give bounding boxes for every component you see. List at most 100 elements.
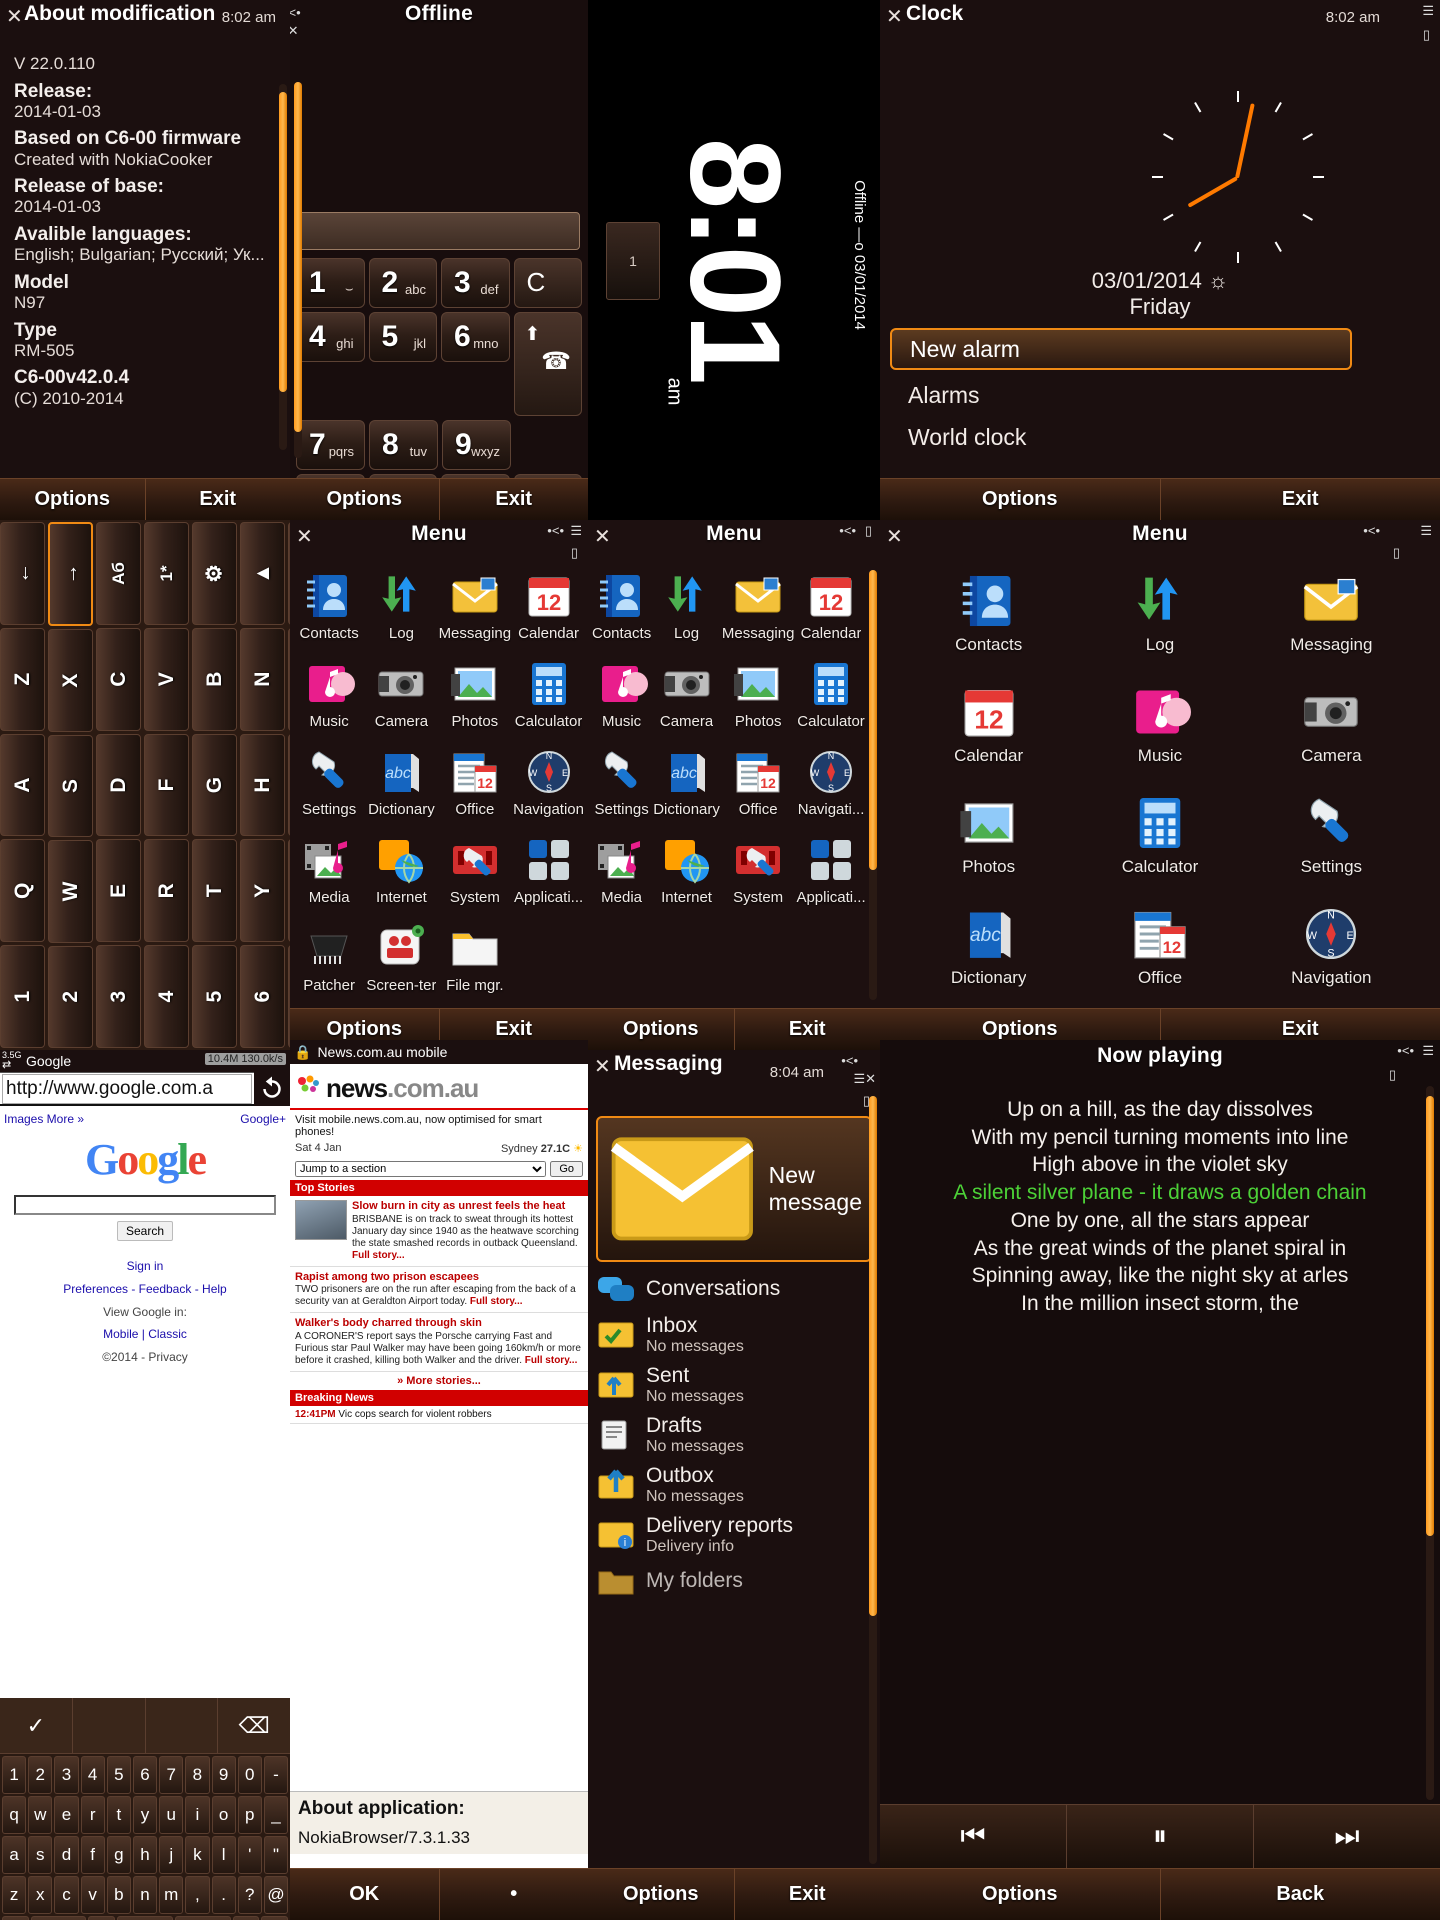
vkey-g[interactable]: g xyxy=(106,1836,131,1874)
vkey-6[interactable]: 6 xyxy=(132,1756,158,1794)
google-plus-link[interactable]: Google+ xyxy=(240,1112,286,1126)
dial-key-9[interactable]: 9 wxyz xyxy=(442,420,511,470)
messaging-item-sent[interactable]: Sent No messages xyxy=(588,1360,880,1410)
options-button[interactable]: Options xyxy=(880,479,1160,520)
dial-key-1[interactable]: 1 ⌣ xyxy=(296,258,365,308)
exit-button[interactable]: Exit xyxy=(144,479,291,520)
menu-item-log[interactable]: Log xyxy=(1075,570,1244,679)
key-4[interactable]: 4 xyxy=(144,945,189,1048)
vkey-5[interactable]: 5 xyxy=(106,1756,131,1794)
menu-item-dictionary[interactable]: abc Dictionary xyxy=(904,903,1073,1012)
menu-item-dictionary[interactable]: abc Dictionary xyxy=(366,746,436,832)
dialer-input[interactable] xyxy=(298,212,580,250)
menu-item-contacts[interactable]: Contacts xyxy=(294,570,364,656)
vkey-x[interactable]: ⌨ xyxy=(261,1916,288,1920)
confirm-icon[interactable]: ✓ xyxy=(0,1698,73,1753)
messaging-item-delivery-reports[interactable]: i Delivery reports Delivery info xyxy=(588,1510,880,1560)
full-story-link[interactable]: Full story... xyxy=(352,1250,405,1261)
menu-item-photos[interactable]: Photos xyxy=(904,792,1073,901)
vkey-blank[interactable] xyxy=(174,1916,231,1920)
menu-item-internet[interactable]: Internet xyxy=(366,834,436,920)
scrollbar[interactable] xyxy=(869,1096,877,1864)
vkey-x[interactable]: x xyxy=(28,1876,53,1914)
messaging-item-outbox[interactable]: Outbox No messages xyxy=(588,1460,880,1510)
menu-item-calculator[interactable]: Calculator xyxy=(1075,792,1244,901)
article-title[interactable]: Walker's body charred through skin xyxy=(295,1317,583,1330)
prev-icon[interactable]: ⏮ xyxy=(880,1805,1066,1868)
dial-key-7[interactable]: 7 pqrs xyxy=(296,420,365,470)
vkey-w[interactable]: w xyxy=(28,1796,53,1834)
menu-item-screen-ter[interactable]: Screen-ter xyxy=(366,922,436,1008)
key-N[interactable]: N xyxy=(240,627,285,731)
breaking-news-item[interactable]: 12:41PM Vic cops search for violent robb… xyxy=(290,1406,588,1424)
key-C[interactable]: C xyxy=(96,627,141,731)
menu-item-settings[interactable]: Settings xyxy=(1247,792,1416,901)
key-W[interactable]: W xyxy=(48,840,93,943)
key-1x[interactable]: 1* xyxy=(144,522,189,625)
dial-key-4[interactable]: 4 ghi xyxy=(296,312,365,362)
vkey-u[interactable]: u xyxy=(159,1796,184,1834)
options-button[interactable]: Options xyxy=(880,1869,1160,1920)
dial-key-5[interactable]: 5 jkl xyxy=(368,312,437,362)
menu-item-file-mgr[interactable]: File mgr. xyxy=(439,922,512,1008)
menu-item-contacts[interactable]: Contacts xyxy=(904,570,1073,679)
new-message-button[interactable]: New message xyxy=(596,1116,872,1262)
next-icon[interactable]: ⏭ xyxy=(1253,1805,1440,1868)
sign-in-link[interactable]: Sign in xyxy=(0,1255,290,1278)
vkey-i[interactable]: i xyxy=(185,1796,210,1834)
menu-item-settings[interactable]: Settings xyxy=(294,746,364,832)
menu-item-office[interactable]: 12 Office xyxy=(1075,903,1244,1012)
backspace-icon[interactable]: ⌫ xyxy=(218,1698,290,1753)
menu-item-contacts[interactable]: Contacts xyxy=(592,570,651,656)
vkey-x[interactable]: ✓ xyxy=(2,1916,29,1920)
menu-item-media[interactable]: Media xyxy=(592,834,651,920)
full-story-link[interactable]: Full story... xyxy=(470,1296,523,1307)
menu-item-photos[interactable]: Photos xyxy=(439,658,512,744)
menu-item-calendar[interactable]: 12 Calendar xyxy=(904,681,1073,790)
article-title[interactable]: Rapist among two prison escapees xyxy=(295,1271,583,1284)
exit-button[interactable]: Exit xyxy=(733,1009,881,1050)
vkey-x[interactable]: " xyxy=(263,1836,289,1874)
close-icon[interactable]: ✕ xyxy=(6,4,23,29)
options-button[interactable]: Options xyxy=(290,479,439,520)
key-F[interactable]: F xyxy=(144,733,189,837)
close-icon[interactable]: ✕ xyxy=(296,524,313,549)
vkey-x[interactable]: . xyxy=(211,1876,236,1914)
key-S[interactable]: S xyxy=(48,734,93,838)
menu-item-calculator[interactable]: Calculator xyxy=(796,658,865,744)
vkey-0[interactable]: 0 xyxy=(237,1756,262,1794)
menu-item-office[interactable]: 12 Office xyxy=(439,746,512,832)
back-button[interactable]: Back xyxy=(1159,1869,1440,1920)
vkey-d[interactable]: d xyxy=(54,1836,79,1874)
clock-item-alarms[interactable]: Alarms xyxy=(908,382,980,409)
vkey-f[interactable]: f xyxy=(80,1836,105,1874)
vkey-p[interactable]: p xyxy=(237,1796,262,1834)
menu-item-camera[interactable]: Camera xyxy=(653,658,720,744)
scrollbar[interactable] xyxy=(294,82,302,458)
key-x[interactable]: ▲ xyxy=(240,522,285,625)
vkey-4[interactable]: 4 xyxy=(80,1756,105,1794)
vkey-3[interactable]: 3 xyxy=(54,1756,79,1794)
full-story-link[interactable]: Full story... xyxy=(525,1355,578,1366)
key-1[interactable]: 1 xyxy=(0,945,45,1048)
news-article[interactable]: Rapist among two prison escapees TWO pri… xyxy=(290,1267,588,1314)
vkey-x[interactable]: @ xyxy=(263,1876,289,1914)
messaging-item-inbox[interactable]: Inbox No messages xyxy=(588,1310,880,1360)
vkey-e[interactable]: e xyxy=(54,1796,79,1834)
vkey-x[interactable]: ↵ xyxy=(232,1916,260,1920)
key-B[interactable]: B xyxy=(192,627,237,731)
keyboard-blank-1[interactable] xyxy=(73,1698,146,1753)
jump-to-section-select[interactable]: Jump to a section xyxy=(295,1161,547,1177)
key-x[interactable]: ← xyxy=(0,522,45,625)
call-end-icon[interactable]: C xyxy=(513,258,582,308)
key-Y[interactable]: Y xyxy=(240,839,285,943)
key-E[interactable]: E xyxy=(96,839,141,943)
key-x[interactable]: ⚙ xyxy=(192,522,237,625)
key-6[interactable]: 6 xyxy=(240,945,285,1048)
menu-dot-button[interactable]: • xyxy=(438,1869,589,1920)
vkey-xx[interactable]: Аб xyxy=(88,1916,116,1920)
menu-item-navigati[interactable]: N S W E Navigati... xyxy=(796,746,865,832)
key-3[interactable]: 3 xyxy=(96,945,141,1048)
reload-icon[interactable] xyxy=(254,1071,290,1106)
vkey-l[interactable]: l xyxy=(211,1836,236,1874)
